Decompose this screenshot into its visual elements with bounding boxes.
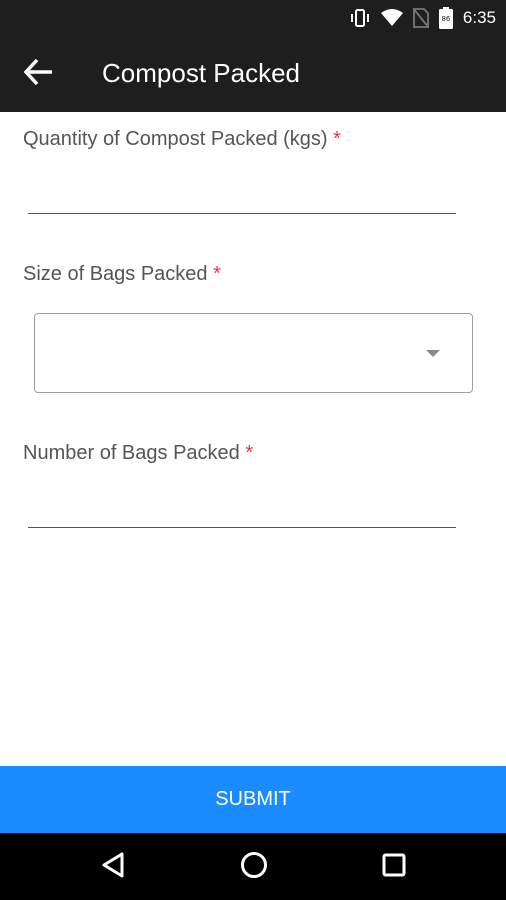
bag-size-label-text: Size of Bags Packed	[23, 263, 208, 285]
required-marker: *	[245, 442, 254, 464]
back-button[interactable]	[18, 54, 58, 94]
wifi-icon	[380, 9, 403, 27]
battery-icon: 86	[438, 7, 453, 29]
system-nav-bar	[0, 833, 506, 900]
recents-square-icon	[381, 852, 407, 883]
required-marker: *	[213, 263, 221, 285]
dropdown-caret-icon	[426, 350, 440, 357]
bag-count-label: Number of Bags Packed *	[23, 442, 253, 465]
status-bar: 86 6:35	[0, 0, 506, 36]
app-bar: Compost Packed	[0, 36, 506, 112]
submit-button[interactable]: SUBMIT	[0, 766, 506, 833]
status-time: 6:35	[462, 8, 496, 27]
back-triangle-icon	[100, 851, 126, 884]
quantity-label-text: Quantity of Compost Packed (kgs)	[23, 128, 328, 150]
nav-home-button[interactable]	[232, 845, 276, 889]
vibrate-icon	[349, 8, 371, 28]
bag-count-input[interactable]	[28, 488, 456, 528]
status-icons: 86 6:35	[349, 0, 496, 36]
quantity-input[interactable]	[28, 174, 456, 214]
bag-size-label: Size of Bags Packed *	[23, 263, 221, 286]
required-marker: *	[333, 128, 341, 150]
bag-count-label-text: Number of Bags Packed	[23, 442, 240, 464]
arrow-back-icon	[22, 56, 54, 93]
nav-recents-button[interactable]	[372, 845, 416, 889]
page-title: Compost Packed	[102, 58, 300, 88]
no-sim-icon	[412, 8, 429, 28]
bag-size-select[interactable]	[34, 313, 473, 393]
quantity-label: Quantity of Compost Packed (kgs) *	[23, 128, 341, 151]
battery-level-text: 86	[441, 15, 451, 23]
home-circle-icon	[239, 850, 269, 885]
nav-back-button[interactable]	[91, 845, 135, 889]
